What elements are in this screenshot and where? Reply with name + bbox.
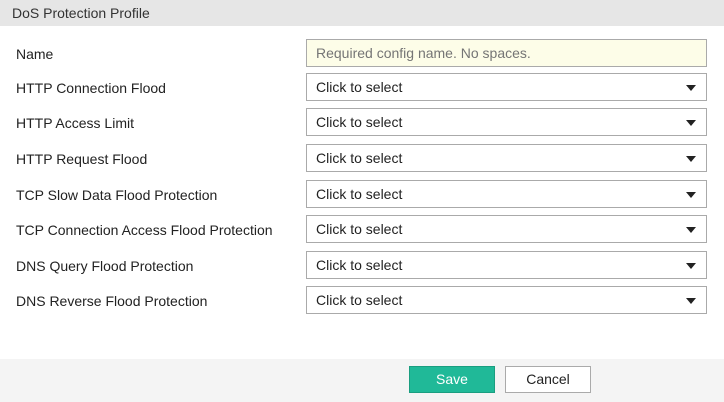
select-dropdown[interactable]: Click to select bbox=[306, 144, 707, 172]
select-label: HTTP Request Flood bbox=[16, 151, 148, 167]
select-label: TCP Slow Data Flood Protection bbox=[16, 187, 218, 203]
name-input[interactable] bbox=[306, 39, 707, 67]
select-label: DNS Reverse Flood Protection bbox=[16, 293, 208, 309]
select-dropdown[interactable]: Click to select bbox=[306, 286, 707, 314]
select-row: TCP Slow Data Flood Protection Click to … bbox=[0, 180, 724, 208]
name-row: Name bbox=[0, 39, 724, 67]
chevron-down-icon bbox=[686, 298, 696, 304]
select-row: DNS Reverse Flood Protection Click to se… bbox=[0, 286, 724, 314]
select-value: Click to select bbox=[316, 186, 403, 202]
chevron-down-icon bbox=[686, 263, 696, 269]
chevron-down-icon bbox=[686, 227, 696, 233]
chevron-down-icon bbox=[686, 120, 696, 126]
select-row: HTTP Access Limit Click to select bbox=[0, 108, 724, 136]
select-value: Click to select bbox=[316, 257, 403, 273]
chevron-down-icon bbox=[686, 192, 696, 198]
save-button[interactable]: Save bbox=[409, 366, 495, 393]
select-row: HTTP Connection Flood Click to select bbox=[0, 73, 724, 101]
dialog-title: DoS Protection Profile bbox=[12, 5, 150, 21]
dialog-footer: Save Cancel bbox=[0, 359, 724, 402]
chevron-down-icon bbox=[686, 156, 696, 162]
select-label: TCP Connection Access Flood Protection bbox=[16, 222, 273, 238]
select-value: Click to select bbox=[316, 221, 403, 237]
select-value: Click to select bbox=[316, 150, 403, 166]
name-label: Name bbox=[16, 46, 54, 62]
select-value: Click to select bbox=[316, 292, 403, 308]
select-dropdown[interactable]: Click to select bbox=[306, 180, 707, 208]
select-row: HTTP Request Flood Click to select bbox=[0, 144, 724, 172]
select-row: TCP Connection Access Flood Protection C… bbox=[0, 215, 724, 243]
cancel-button[interactable]: Cancel bbox=[505, 366, 591, 393]
select-value: Click to select bbox=[316, 114, 403, 130]
select-dropdown[interactable]: Click to select bbox=[306, 73, 707, 101]
select-dropdown[interactable]: Click to select bbox=[306, 251, 707, 279]
select-label: DNS Query Flood Protection bbox=[16, 258, 194, 274]
select-value: Click to select bbox=[316, 79, 403, 95]
select-row: DNS Query Flood Protection Click to sele… bbox=[0, 251, 724, 279]
chevron-down-icon bbox=[686, 85, 696, 91]
select-label: HTTP Access Limit bbox=[16, 115, 134, 131]
select-label: HTTP Connection Flood bbox=[16, 80, 166, 96]
dialog-header: DoS Protection Profile bbox=[0, 0, 724, 26]
select-dropdown[interactable]: Click to select bbox=[306, 108, 707, 136]
select-dropdown[interactable]: Click to select bbox=[306, 215, 707, 243]
